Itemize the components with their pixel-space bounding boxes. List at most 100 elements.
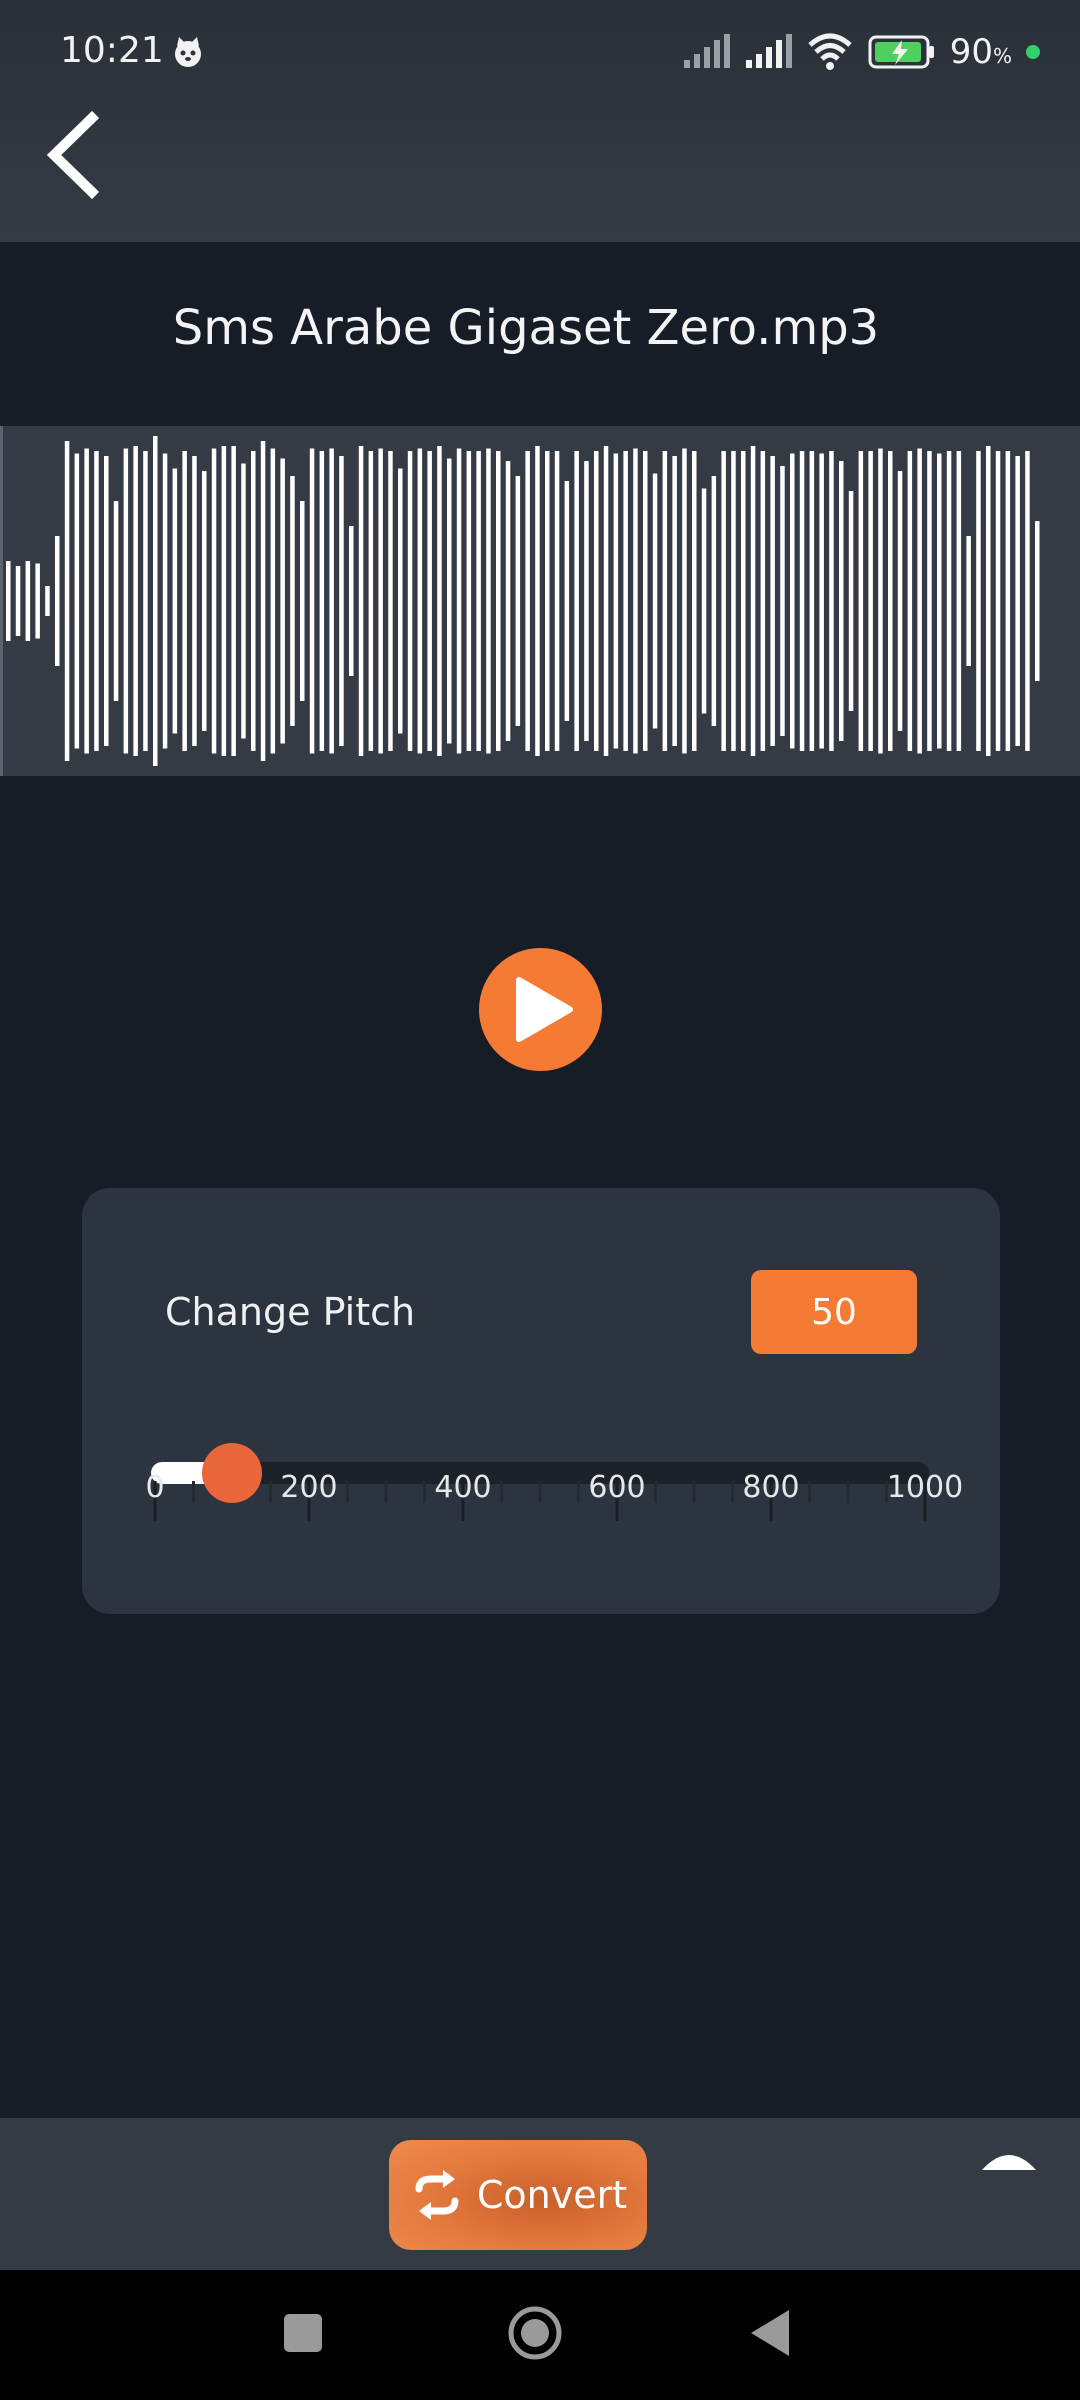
signal-icon (683, 34, 730, 68)
waveform-bar (682, 448, 687, 754)
waveform-bar (251, 451, 256, 751)
waveform-bar (319, 451, 325, 751)
waveform-bar (554, 451, 560, 751)
slider-minor-tick (577, 1481, 580, 1503)
home-icon[interactable] (507, 2305, 563, 2361)
waveform-bar (417, 448, 423, 754)
waveform-bar (623, 451, 628, 751)
waveform-bar (74, 453, 80, 749)
signal-icon (745, 34, 792, 68)
waveform-bar (466, 451, 472, 751)
slider-minor-tick (538, 1481, 542, 1503)
waveform-bar (672, 456, 677, 746)
slider-tick-label: 600 (588, 1470, 646, 1505)
waveform-bar (143, 451, 148, 751)
audio-waveform[interactable] (0, 426, 1080, 776)
slider-tick-label: 800 (742, 1470, 800, 1505)
waveform-bar (447, 458, 452, 744)
system-nav-bar (0, 2270, 1080, 2400)
waveform-bar (358, 446, 364, 756)
waveform-bar (231, 446, 236, 756)
waveform-bar (496, 451, 501, 751)
waveform-bar (182, 451, 187, 751)
waveform-bar (878, 448, 883, 754)
waveform-bar (241, 463, 246, 739)
waveform-bar (476, 451, 481, 751)
playhead[interactable] (0, 426, 3, 776)
waveform-bar (535, 446, 540, 756)
back-arrow-icon[interactable] (40, 110, 110, 200)
chevron-up-icon[interactable] (980, 2138, 1038, 2178)
waveform-bar (584, 461, 589, 741)
back-icon[interactable] (747, 2308, 791, 2358)
waveform-bar (946, 451, 952, 751)
pitch-label: Change Pitch (165, 1290, 416, 1334)
waveform-bar (211, 448, 217, 754)
waveform-bar (1025, 451, 1030, 751)
waveform-bar (162, 453, 168, 749)
waveform-bar (123, 448, 129, 754)
waveform-bar (741, 451, 746, 751)
slider-minor-tick (808, 1481, 811, 1503)
waveform-bars (0, 426, 1040, 776)
slider-minor-tick (192, 1481, 195, 1503)
waveform-bar (94, 451, 99, 751)
play-button[interactable] (479, 948, 602, 1071)
waveform-bar (339, 456, 344, 746)
waveform-bar (329, 448, 334, 754)
waveform-bar (976, 451, 981, 751)
waveform-bar (133, 446, 138, 756)
waveform-bar (6, 561, 11, 641)
waveform-bar (662, 451, 668, 751)
convert-button[interactable]: Convert (389, 2140, 647, 2250)
waveform-bar (643, 451, 648, 751)
waveform-bar (839, 461, 844, 741)
waveform-bar (927, 451, 932, 751)
waveform-bar (770, 456, 775, 746)
waveform-bar (309, 448, 315, 754)
convert-label: Convert (476, 2173, 628, 2217)
slider-track[interactable] (151, 1462, 929, 1484)
status-time: 10:21 (60, 30, 164, 71)
pitch-slider[interactable] (82, 1438, 1000, 1588)
waveform-bar (1015, 456, 1020, 746)
wifi-icon (808, 33, 852, 70)
waveform-bar (221, 446, 227, 756)
slider-tick-label: 0 (145, 1470, 165, 1505)
waveform-bar (104, 456, 109, 746)
waveform-bar (848, 491, 854, 711)
waveform-bar (64, 441, 70, 761)
waveform-bar (192, 456, 197, 746)
play-icon (516, 977, 573, 1042)
bottom-toolbar: Convert (0, 2118, 1080, 2270)
waveform-bar (937, 453, 942, 749)
waveform-bar (956, 451, 962, 751)
waveform-bar (780, 466, 785, 736)
pitch-value-field[interactable]: 50 (751, 1270, 917, 1354)
pitch-card: Change Pitch 50 0 200 400 600 800 1000 (82, 1188, 1000, 1614)
waveform-bar (809, 451, 815, 751)
waveform-bar (897, 471, 903, 731)
waveform-bar (388, 451, 393, 751)
waveform-bar (300, 501, 305, 701)
waveform-bar (750, 446, 756, 756)
waveform-bar (202, 471, 207, 731)
waveform-bar (603, 446, 609, 756)
waveform-bar (819, 453, 824, 749)
battery-charging-icon (868, 35, 934, 69)
waveform-bar (995, 451, 1001, 751)
waveform-bar (398, 468, 403, 734)
status-icons: 90% (682, 28, 1040, 76)
waveform-bar (486, 448, 491, 754)
recents-icon[interactable] (283, 2313, 323, 2353)
waveform-bar (45, 586, 50, 616)
slider-tick-label: 400 (434, 1470, 492, 1505)
waveform-bar (55, 536, 60, 666)
waveform-bar (280, 458, 285, 744)
waveform-bar (574, 451, 579, 751)
waveform-bar (917, 448, 922, 754)
waveform-bar (888, 451, 893, 751)
waveform-bar (456, 448, 462, 754)
file-title: Sms Arabe Gigaset Zero.mp3 (172, 300, 880, 356)
slider-thumb[interactable] (202, 1443, 262, 1503)
